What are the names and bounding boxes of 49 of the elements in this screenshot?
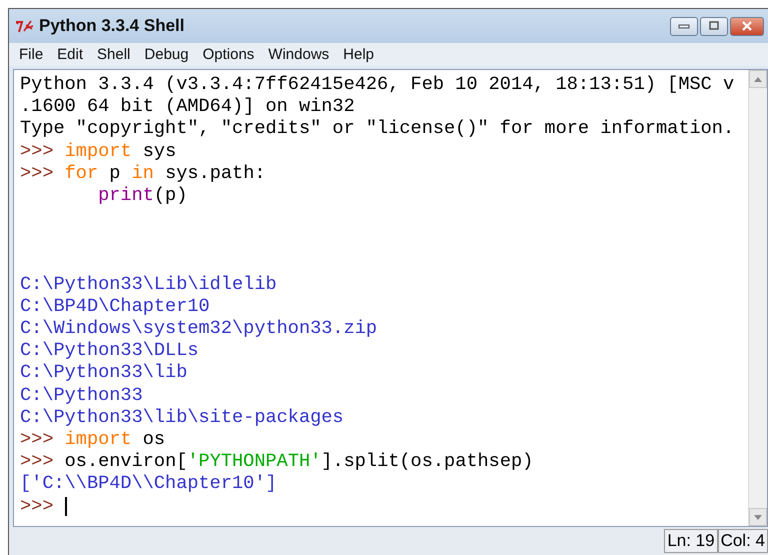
builtin-text: print xyxy=(98,184,154,208)
string-text: 'PYTHONPATH' xyxy=(187,451,322,474)
column-number-indicator: Col: 4 xyxy=(718,529,768,553)
prompt-text: >>> xyxy=(20,162,54,185)
output-text: C:\Python33\lib\site-packages xyxy=(20,406,344,430)
keyword-text: import xyxy=(64,140,132,163)
feather-icon xyxy=(15,19,35,33)
keyword-text: in xyxy=(132,162,154,185)
prompt-text: >>> xyxy=(20,496,54,518)
keyword-text: import xyxy=(64,429,132,452)
menu-item[interactable]: Windows xyxy=(268,46,330,63)
output-text: C:\BP4D\Chapter10 xyxy=(20,296,210,318)
close-button[interactable] xyxy=(730,16,764,36)
line-number-indicator: Ln: 19 xyxy=(664,529,718,553)
code-text: ].split(os.pathsep) xyxy=(321,451,534,474)
keyword-text: for xyxy=(64,162,98,185)
output-text: C:\Python33\DLLs xyxy=(20,340,199,362)
prompt-text: >>> xyxy=(20,140,54,163)
output-text: C:\Python33 xyxy=(20,384,143,407)
close-icon xyxy=(741,21,753,31)
menu-item[interactable]: Edit xyxy=(57,46,84,63)
code-text: sys xyxy=(142,140,176,163)
code-text: os xyxy=(142,429,166,452)
menu-item[interactable]: Shell xyxy=(97,46,130,63)
code-text: os.environ[ xyxy=(64,451,188,474)
scroll-down-icon[interactable] xyxy=(749,508,767,526)
minimize-button[interactable] xyxy=(670,16,698,36)
output-text: C:\Windows\system32\python33.zip xyxy=(20,318,378,340)
code-text: (p) xyxy=(154,184,188,208)
prompt-text: >>> xyxy=(20,429,54,452)
output-text: C:\Python33\lib xyxy=(20,362,188,385)
vertical-scrollbar[interactable] xyxy=(748,70,767,526)
window-title: Python 3.3.4 Shell xyxy=(39,16,184,36)
menu-item[interactable]: File xyxy=(19,46,44,63)
scroll-up-icon[interactable] xyxy=(749,70,767,88)
code-text: p xyxy=(109,162,120,185)
output-text: ['C:\\BP4D\\Chapter10'] xyxy=(20,473,277,496)
menu-item[interactable]: Options xyxy=(202,46,254,63)
code-text: Type "copyright", "credits" or "license()" for more information. xyxy=(20,118,734,141)
code-text: sys.path: xyxy=(165,162,266,185)
menu-item[interactable]: Help xyxy=(343,46,374,63)
maximize-icon xyxy=(708,21,720,31)
code-text: Python 3.3.4 (v3.3.4:7ff62415e426, Feb 10 2014, 18:13:51) [MSC v xyxy=(20,74,734,96)
minimize-icon xyxy=(678,23,690,29)
prompt-text: >>> xyxy=(20,451,54,474)
output-text: C:\Python33\Lib\idlelib xyxy=(20,274,277,296)
code-text: .1600 64 bit (AMD64)] on win32 xyxy=(20,96,355,118)
menu-item[interactable]: Debug xyxy=(144,46,189,63)
maximize-button[interactable] xyxy=(700,16,728,36)
